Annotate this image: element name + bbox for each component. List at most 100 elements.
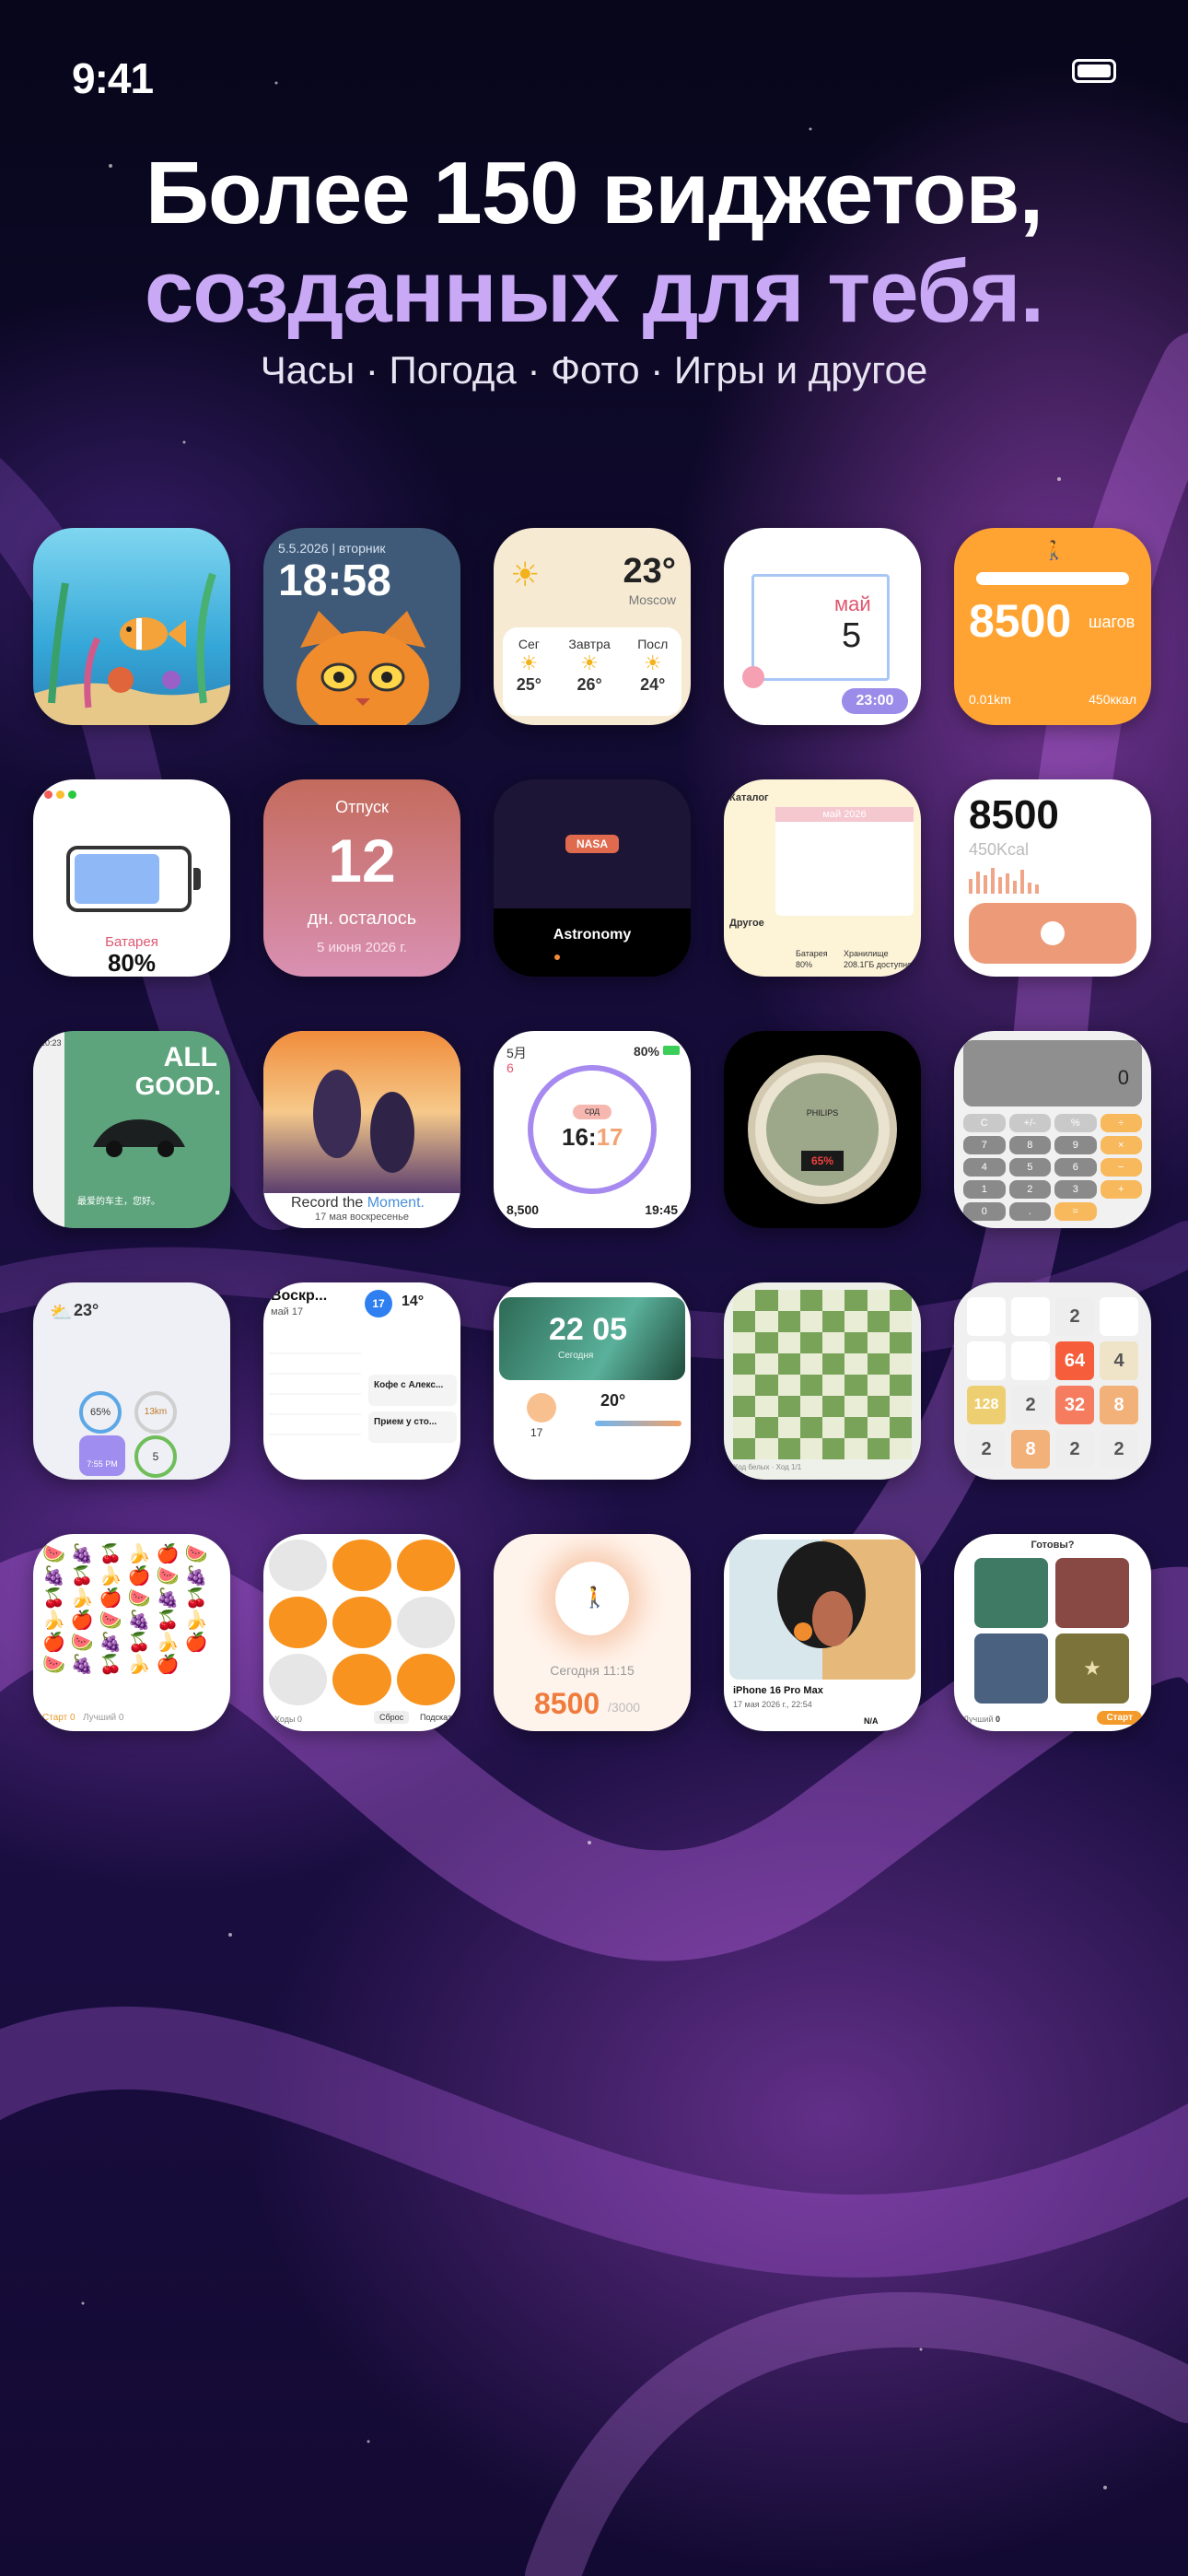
dots-hint-button[interactable]: Подсказка (420, 1713, 460, 1722)
chess-square[interactable] (844, 1290, 868, 1311)
widget-calculator[interactable]: 0 C +/-% ÷ 7 8 9 × 4 5 6− 1 2 3 +0. = (954, 1031, 1151, 1228)
dots-grid[interactable] (269, 1540, 455, 1705)
chess-square[interactable] (889, 1396, 912, 1417)
chess-square[interactable] (755, 1290, 778, 1311)
chess-square[interactable] (777, 1290, 800, 1311)
chess-square[interactable] (822, 1375, 845, 1396)
chess-square[interactable] (799, 1332, 822, 1353)
dot-cell[interactable] (332, 1540, 391, 1591)
chess-square[interactable] (889, 1290, 912, 1311)
chess-square[interactable] (799, 1353, 822, 1375)
calc-key[interactable]: 3 (1054, 1180, 1097, 1199)
chess-square[interactable] (755, 1375, 778, 1396)
chess-board[interactable] (733, 1290, 912, 1459)
widget-mini-dashboard[interactable]: ⛅ 23° 65% 13km 7:55 PM 5 (33, 1282, 230, 1480)
chess-square[interactable] (777, 1417, 800, 1438)
chess-square[interactable] (822, 1396, 845, 1417)
widget-ring-clock[interactable]: 5月 6 80% срд 16:17 8,500 19:45 (494, 1031, 691, 1228)
calc-key[interactable]: × (1100, 1136, 1142, 1154)
chess-square[interactable] (777, 1438, 800, 1459)
calc-key[interactable]: ÷ (1100, 1114, 1142, 1132)
chess-square[interactable] (755, 1332, 778, 1353)
widget-steps[interactable]: 🚶 8500 шагов 0.01km 450ккал (954, 528, 1151, 725)
widget-aquarium[interactable] (33, 528, 230, 725)
widget-weather[interactable]: ☀ 23° Moscow Сег ☀ 25° Завтра ☀ 26° Посл ☀ 24° (494, 528, 691, 725)
chess-square[interactable] (755, 1438, 778, 1459)
chess-square[interactable] (733, 1375, 756, 1396)
chess-square[interactable] (777, 1353, 800, 1375)
widget-photo-dashboard[interactable]: 22 05 Сегодня 17 20° (494, 1282, 691, 1480)
chess-square[interactable] (822, 1311, 845, 1332)
chess-square[interactable] (755, 1311, 778, 1332)
agenda-event[interactable]: Прием у сто... (368, 1411, 457, 1443)
calc-key[interactable]: +/- (1008, 1114, 1051, 1132)
chess-square[interactable] (867, 1290, 890, 1311)
chess-square[interactable] (755, 1417, 778, 1438)
widget-vacation-countdown[interactable]: Отпуск 12 дн. осталось 5 июня 2026 г. (263, 779, 460, 977)
chess-square[interactable] (799, 1396, 822, 1417)
calc-key[interactable]: 6 (1054, 1158, 1097, 1177)
chess-square[interactable] (867, 1375, 890, 1396)
dot-cell[interactable] (332, 1597, 391, 1648)
chess-square[interactable] (889, 1353, 912, 1375)
widget-catalog[interactable]: Каталог май 2026 Другое Батарея 80% Хран… (724, 779, 921, 977)
memory-card[interactable] (974, 1558, 1048, 1628)
dot-cell[interactable] (269, 1540, 328, 1591)
calc-key[interactable]: − (1100, 1158, 1142, 1177)
star-icon[interactable]: ★ (1055, 1633, 1129, 1704)
chess-square[interactable] (799, 1290, 822, 1311)
chess-square[interactable] (799, 1375, 822, 1396)
chess-square[interactable] (889, 1417, 912, 1438)
widget-nasa[interactable]: NASA Astronomy (494, 779, 691, 977)
chess-square[interactable] (733, 1396, 756, 1417)
widget-battery[interactable]: Батарея 80% (33, 779, 230, 977)
chess-square[interactable] (777, 1396, 800, 1417)
chess-square[interactable] (867, 1438, 890, 1459)
chess-square[interactable] (844, 1417, 868, 1438)
chess-square[interactable] (844, 1332, 868, 1353)
fruit-grid[interactable]: 🍉🍇🍒🍌🍎🍉🍇🍒🍌🍎🍉🍇🍒🍌🍎🍉🍇🍒🍌🍎🍉🍇🍒🍌🍎🍉🍇🍒🍌🍎🍉🍇🍒🍌🍎 (42, 1543, 221, 1700)
chess-square[interactable] (777, 1311, 800, 1332)
chess-square[interactable] (755, 1396, 778, 1417)
memory-start-button[interactable]: Старт (1097, 1711, 1142, 1725)
calc-key[interactable]: 8 (1008, 1136, 1051, 1154)
dot-cell[interactable] (269, 1654, 328, 1705)
calc-key[interactable]: C (963, 1114, 1006, 1132)
calc-key[interactable]: 9 (1054, 1136, 1097, 1154)
chess-square[interactable] (867, 1311, 890, 1332)
widget-memory-game[interactable]: Готовы? ★ Лучший 0 Старт (954, 1534, 1151, 1731)
calc-key[interactable]: % (1054, 1114, 1097, 1132)
chess-square[interactable] (799, 1311, 822, 1332)
chess-square[interactable] (867, 1417, 890, 1438)
chess-square[interactable] (822, 1353, 845, 1375)
chess-square[interactable] (822, 1290, 845, 1311)
dot-cell[interactable] (269, 1597, 328, 1648)
calc-key[interactable]: 5 (1008, 1158, 1051, 1177)
memory-card[interactable] (974, 1633, 1048, 1704)
chess-square[interactable] (755, 1353, 778, 1375)
chess-square[interactable] (889, 1332, 912, 1353)
calc-key[interactable]: 2 (1008, 1180, 1051, 1199)
chess-square[interactable] (889, 1311, 912, 1332)
widget-chess[interactable]: Ход белых · Ход 1/1 (724, 1282, 921, 1480)
dot-cell[interactable] (332, 1654, 391, 1705)
dot-cell[interactable] (396, 1597, 455, 1648)
widget-gauge[interactable]: PHILIPS 65% (724, 1031, 921, 1228)
calc-key[interactable]: 1 (963, 1180, 1006, 1199)
chess-square[interactable] (867, 1396, 890, 1417)
widget-2048[interactable]: 2 64 4 128 2 32 8 2 8 2 2 (954, 1282, 1151, 1480)
calc-key[interactable]: 7 (963, 1136, 1006, 1154)
widget-agenda[interactable]: Воскр... май 17 17 14° Кофе с Алекс... П… (263, 1282, 460, 1480)
calc-key[interactable]: . (1008, 1202, 1051, 1221)
chess-square[interactable] (777, 1375, 800, 1396)
game-2048-grid[interactable]: 2 64 4 128 2 32 8 2 8 2 2 (967, 1297, 1138, 1469)
chess-square[interactable] (733, 1417, 756, 1438)
widget-kcal[interactable]: 8500 450Kcal (954, 779, 1151, 977)
chess-square[interactable] (822, 1438, 845, 1459)
widget-fruit-match[interactable]: 🍉🍇🍒🍌🍎🍉🍇🍒🍌🍎🍉🍇🍒🍌🍎🍉🍇🍒🍌🍎🍉🍇🍒🍌🍎🍉🍇🍒🍌🍎🍉🍇🍒🍌🍎 Стар… (33, 1534, 230, 1731)
chess-square[interactable] (733, 1353, 756, 1375)
chess-square[interactable] (844, 1396, 868, 1417)
chess-square[interactable] (822, 1417, 845, 1438)
widget-parrots-photo[interactable]: Record the Moment. 17 мая воскресенье (263, 1031, 460, 1228)
chess-square[interactable] (844, 1375, 868, 1396)
